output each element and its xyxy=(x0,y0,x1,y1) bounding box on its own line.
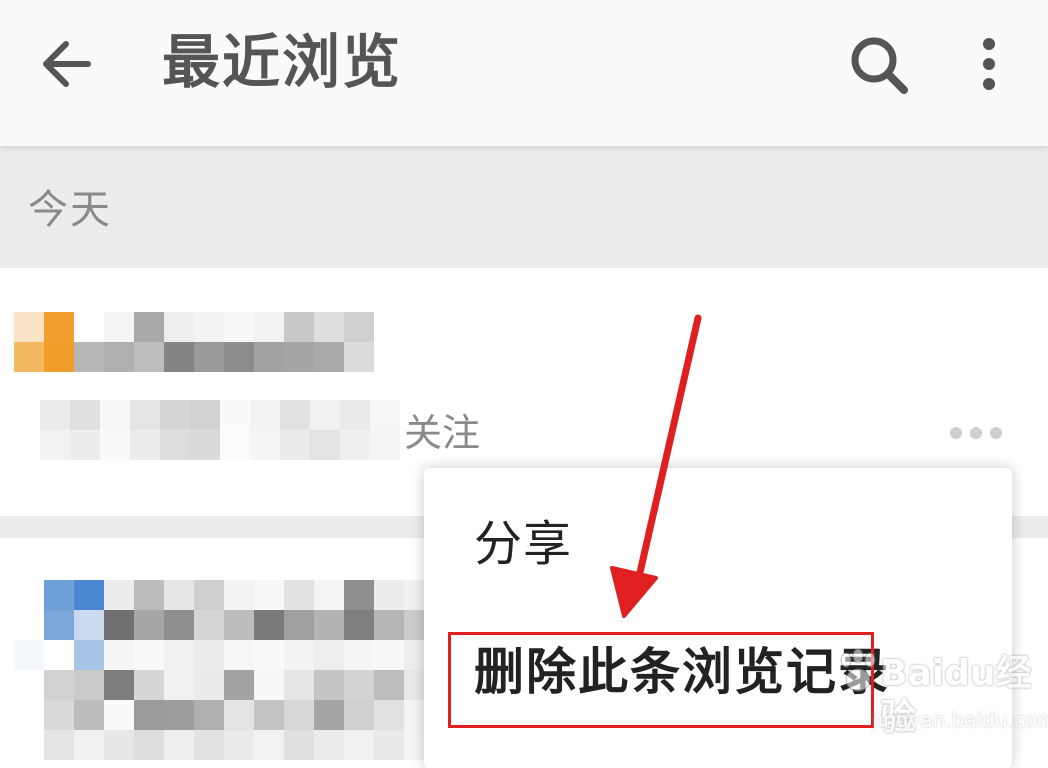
paw-logo xyxy=(840,648,876,692)
watermark-url: jingyan.baidu.com xyxy=(872,708,1048,732)
watermark: Baidu经验 jingyan.baidu.com xyxy=(836,634,1048,744)
page-title: 最近浏览 xyxy=(162,28,403,96)
annotation-highlight-box xyxy=(448,632,874,728)
app-bar: 最近浏览 xyxy=(0,0,1048,146)
back-button[interactable] xyxy=(30,28,102,100)
menu-item-label: 分享 xyxy=(474,516,573,572)
more-options-button[interactable] xyxy=(962,28,1016,100)
section-header xyxy=(0,146,1048,268)
follow-count-label: 关注 xyxy=(404,411,481,455)
item-more-button[interactable] xyxy=(946,418,1006,448)
pixelated-title xyxy=(14,580,434,760)
search-icon xyxy=(851,37,908,94)
section-label-today: 今天 xyxy=(28,187,112,233)
search-button[interactable] xyxy=(842,28,914,100)
pixelated-meta xyxy=(40,400,400,460)
menu-item-share[interactable]: 分享 xyxy=(424,488,1012,598)
more-vertical-icon xyxy=(983,38,995,90)
more-horizontal-icon xyxy=(950,427,1002,439)
pixelated-title xyxy=(14,312,374,372)
arrow-left-icon xyxy=(43,41,91,87)
